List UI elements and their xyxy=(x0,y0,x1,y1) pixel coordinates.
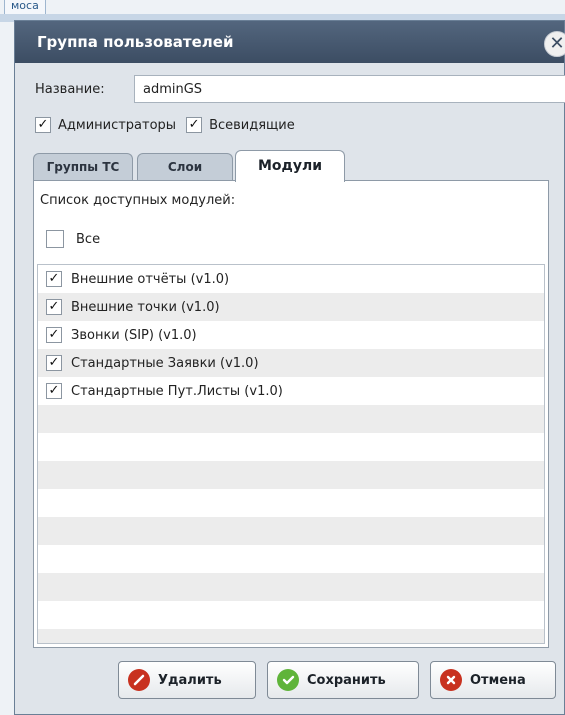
tab-modules[interactable]: Модули xyxy=(235,150,345,182)
module-checkbox[interactable]: ✓ xyxy=(46,355,62,371)
list-item[interactable]: ✓ Звонки (SIP) (v1.0) xyxy=(38,321,544,349)
checkbox-admins-box[interactable]: ✓ xyxy=(35,117,51,133)
no-entry-glyph xyxy=(133,674,145,686)
cancel-label: Отмена xyxy=(470,672,526,688)
checkmark-icon xyxy=(277,669,299,691)
module-label: Внешние точки (v1.0) xyxy=(71,299,220,315)
tab-vehicle-groups[interactable]: Группы ТС xyxy=(33,153,133,181)
checkbox-seeall-box[interactable]: ✓ xyxy=(186,117,203,133)
list-item[interactable]: ✓ Внешние точки (v1.0) xyxy=(38,293,544,321)
administrators-checkbox[interactable]: ✓ Администраторы xyxy=(35,117,176,133)
checkmark-glyph xyxy=(282,675,294,685)
name-label: Название: xyxy=(35,81,105,97)
module-checkbox[interactable]: ✓ xyxy=(46,299,62,315)
module-label: Внешние отчёты (v1.0) xyxy=(71,271,230,287)
cancel-button[interactable]: Отмена xyxy=(430,661,556,699)
user-group-dialog: Группа пользователей ✕ Название: ✓ Админ… xyxy=(14,20,565,715)
module-label: Звонки (SIP) (v1.0) xyxy=(71,327,197,343)
see-all-label: Всевидящие xyxy=(209,117,295,133)
modules-list[interactable]: ✓ Внешние отчёты (v1.0) ✓ Внешние точки … xyxy=(37,264,545,644)
empty-row xyxy=(38,601,544,629)
modules-list-title: Список доступных модулей: xyxy=(40,193,236,208)
list-item[interactable]: ✓ Внешние отчёты (v1.0) xyxy=(38,265,544,293)
x-circle-icon xyxy=(440,669,462,691)
empty-row xyxy=(38,545,544,573)
empty-row xyxy=(38,517,544,545)
dialog-title: Группа пользователей xyxy=(37,33,234,51)
empty-row xyxy=(38,629,544,643)
see-all-checkbox[interactable]: ✓ Всевидящие xyxy=(186,117,295,133)
empty-row xyxy=(38,405,544,433)
save-label: Сохранить xyxy=(307,672,386,688)
list-item[interactable]: ✓ Стандартные Заявки (v1.0) xyxy=(38,349,544,377)
role-checkboxes: ✓ Администраторы ✓ Всевидящие xyxy=(35,117,305,133)
module-label: Стандартные Пут.Листы (v1.0) xyxy=(71,383,283,399)
module-checkbox[interactable]: ✓ xyxy=(46,271,62,287)
module-checkbox[interactable]: ✓ xyxy=(46,383,62,399)
modules-panel: Список доступных модулей: ✓ Все ✓ Внешни… xyxy=(33,180,549,648)
dialog-titlebar[interactable]: Группа пользователей ✕ xyxy=(15,21,565,63)
name-row: Название: xyxy=(35,75,565,103)
delete-label: Удалить xyxy=(158,672,222,688)
list-item[interactable]: ✓ Стандартные Пут.Листы (v1.0) xyxy=(38,377,544,405)
empty-row xyxy=(38,461,544,489)
background-tab[interactable]: моса xyxy=(4,0,46,15)
tab-bar: Группы ТС Слои Модули xyxy=(33,150,549,182)
module-label: Стандартные Заявки (v1.0) xyxy=(71,355,259,371)
save-button[interactable]: Сохранить xyxy=(267,661,419,699)
select-all-label: Все xyxy=(76,231,101,247)
name-input[interactable] xyxy=(134,75,565,103)
empty-row xyxy=(38,489,544,517)
empty-row xyxy=(38,573,544,601)
empty-row xyxy=(38,433,544,461)
tab-layers[interactable]: Слои xyxy=(137,153,233,181)
x-glyph xyxy=(446,675,456,685)
no-entry-icon xyxy=(128,669,150,691)
checkbox-all-box[interactable]: ✓ xyxy=(46,230,64,248)
select-all-checkbox[interactable]: ✓ Все xyxy=(46,230,100,248)
administrators-label: Администраторы xyxy=(58,117,177,133)
close-icon[interactable]: ✕ xyxy=(544,31,565,57)
delete-button[interactable]: Удалить xyxy=(118,661,256,699)
module-checkbox[interactable]: ✓ xyxy=(46,327,62,343)
